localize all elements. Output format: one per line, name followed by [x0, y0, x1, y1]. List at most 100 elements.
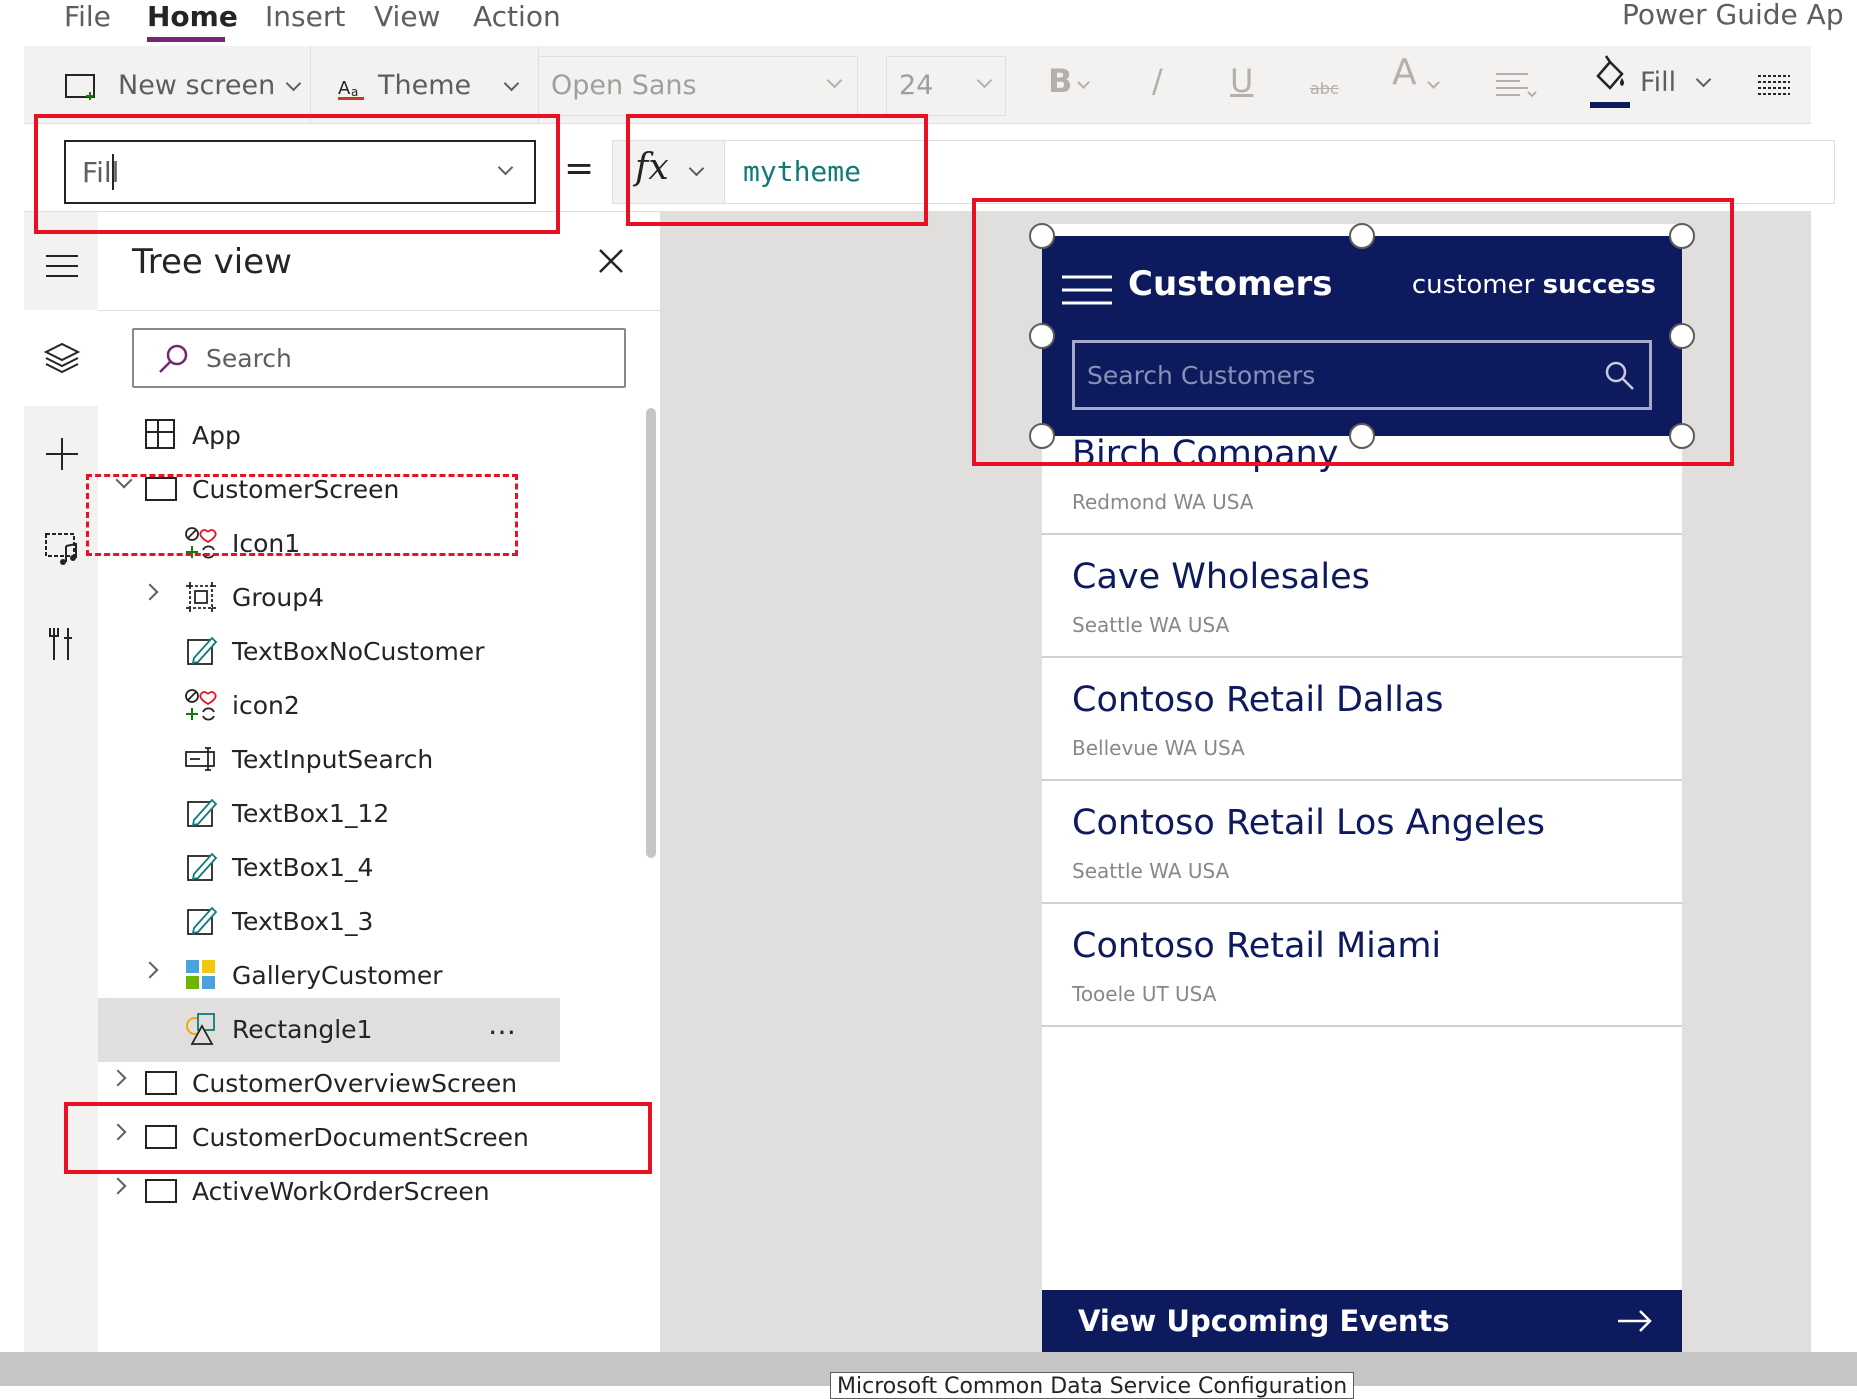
- app-title: Power Guide Ap: [1622, 0, 1844, 31]
- tree-node-label: TextBoxNoCustomer: [232, 637, 485, 666]
- customer-list-item[interactable]: Contoso Retail Miami Tooele UT USA: [1042, 904, 1682, 1027]
- customer-name: Contoso Retail Dallas: [1072, 680, 1444, 720]
- tree-node-label: TextBox1_3: [232, 907, 374, 936]
- annotation-box-rectangle1: [64, 1102, 652, 1174]
- edit-text-icon: [187, 636, 218, 665]
- tree-node-label: TextInputSearch: [232, 745, 434, 774]
- menu-home[interactable]: Home: [147, 0, 238, 34]
- plus-icon[interactable]: [42, 434, 82, 474]
- chevron-down-icon: [285, 75, 302, 92]
- theme-icon: A a: [338, 78, 364, 100]
- font-size-dropdown[interactable]: 24: [886, 56, 1006, 116]
- tree-node-label: icon2: [232, 691, 300, 720]
- tree-search-input[interactable]: Search: [132, 328, 626, 388]
- chevron-right-icon[interactable]: [141, 583, 159, 601]
- status-bar: Microsoft Common Data Service Configurat…: [0, 1352, 1857, 1399]
- customer-list-item[interactable]: Contoso Retail Los Angeles Seattle WA US…: [1042, 781, 1682, 904]
- new-screen-label: New screen: [118, 70, 276, 101]
- text-input-icon: [185, 747, 215, 771]
- chevron-down-icon: [976, 72, 993, 89]
- customer-location: Seattle WA USA: [1072, 859, 1230, 883]
- view-upcoming-events-label: View Upcoming Events: [1078, 1304, 1450, 1338]
- font-size-value: 24: [899, 70, 934, 101]
- screen-icon: [145, 1179, 177, 1203]
- ribbon-separator: [310, 46, 311, 124]
- tree-node-label: TextBox1_4: [232, 853, 374, 882]
- edit-text-icon: [187, 906, 218, 935]
- new-screen-button[interactable]: New screen: [64, 66, 304, 106]
- tree-scrollbar[interactable]: [646, 408, 656, 858]
- tree-search-placeholder: Search: [206, 344, 292, 373]
- chevron-down-icon: [1077, 76, 1090, 89]
- app-icon: [145, 419, 175, 449]
- close-icon[interactable]: [596, 246, 626, 276]
- fill-button[interactable]: Fill: [1590, 54, 1720, 116]
- layers-icon[interactable]: [42, 338, 82, 378]
- chevron-down-icon: [1695, 71, 1712, 88]
- menu-action[interactable]: Action: [473, 0, 561, 34]
- new-screen-icon: [65, 74, 95, 100]
- active-tab-underline: [147, 37, 225, 42]
- tools-icon[interactable]: [42, 624, 82, 664]
- tree-node-label: GalleryCustomer: [232, 961, 443, 990]
- group-icon: [186, 582, 216, 612]
- tree-view-title: Tree view: [132, 242, 292, 282]
- menu-bar: File Home Insert View Action Power Guide…: [0, 0, 1857, 46]
- icons-control-icon: [185, 689, 217, 721]
- fill-label: Fill: [1640, 67, 1677, 98]
- customer-name: Contoso Retail Los Angeles: [1072, 803, 1545, 843]
- paint-bucket-icon: [1590, 55, 1630, 108]
- font-color-button[interactable]: A: [1392, 55, 1417, 91]
- annotation-box-customerscreen: [86, 474, 518, 556]
- strikethrough-button[interactable]: abc: [1310, 72, 1339, 106]
- gallery-icon: [186, 960, 215, 989]
- divider: [98, 310, 660, 311]
- tree-node-label: Group4: [232, 583, 325, 612]
- search-icon: [159, 344, 188, 373]
- customer-list-item[interactable]: Cave Wholesales Seattle WA USA: [1042, 535, 1682, 658]
- annotation-box-formula: [626, 114, 928, 226]
- theme-label: Theme: [378, 70, 472, 101]
- menu-insert[interactable]: Insert: [265, 0, 345, 34]
- svg-text:A: A: [338, 78, 351, 99]
- tree-node-label: App: [192, 421, 241, 450]
- more-options-icon[interactable]: …: [488, 1008, 518, 1041]
- hamburger-menu-icon[interactable]: [42, 246, 82, 286]
- underline-button[interactable]: U: [1230, 64, 1253, 98]
- menu-file[interactable]: File: [64, 0, 111, 34]
- shapes-icon: [186, 1013, 215, 1045]
- align-icon[interactable]: [1494, 68, 1538, 102]
- svg-text:a: a: [351, 85, 358, 99]
- left-rail: [24, 212, 98, 1352]
- chevron-right-icon[interactable]: [141, 961, 159, 979]
- chevron-right-icon[interactable]: [109, 1177, 127, 1195]
- theme-button[interactable]: A a Theme: [338, 66, 528, 106]
- customer-name: Contoso Retail Miami: [1072, 926, 1442, 966]
- tooltip: Microsoft Common Data Service Configurat…: [830, 1372, 1355, 1399]
- tree-view-panel: Tree view Search App CustomerScreen Icon…: [98, 212, 660, 1352]
- customer-list-item[interactable]: Contoso Retail Dallas Bellevue WA USA: [1042, 658, 1682, 781]
- border-icon[interactable]: [1756, 72, 1792, 98]
- font-family-value: Open Sans: [551, 70, 697, 101]
- media-icon[interactable]: [42, 528, 82, 568]
- menu-view[interactable]: View: [374, 0, 440, 34]
- tree-node-label: CustomerOverviewScreen: [192, 1069, 518, 1098]
- tree-node-label: ActiveWorkOrderScreen: [192, 1177, 490, 1206]
- annotation-box-property: [34, 114, 560, 234]
- chevron-right-icon[interactable]: [109, 1069, 127, 1087]
- view-upcoming-events-button[interactable]: View Upcoming Events: [1042, 1290, 1682, 1352]
- edit-text-icon: [187, 798, 218, 827]
- annotation-box-header: [972, 198, 1734, 466]
- font-family-dropdown[interactable]: Open Sans: [538, 56, 858, 116]
- bold-button[interactable]: B: [1048, 64, 1072, 98]
- chevron-down-icon: [1427, 76, 1440, 89]
- italic-button[interactable]: /: [1152, 64, 1163, 98]
- arrow-right-icon: [1618, 1310, 1652, 1332]
- customer-location: Tooele UT USA: [1072, 982, 1217, 1006]
- customer-location: Redmond WA USA: [1072, 490, 1254, 514]
- chevron-down-icon: [503, 75, 520, 92]
- tree-node-label: TextBox1_12: [232, 799, 390, 828]
- edit-text-icon: [187, 852, 218, 881]
- customer-location: Bellevue WA USA: [1072, 736, 1245, 760]
- ribbon: New screen A a Theme Open Sans 24 B / U …: [24, 46, 1811, 124]
